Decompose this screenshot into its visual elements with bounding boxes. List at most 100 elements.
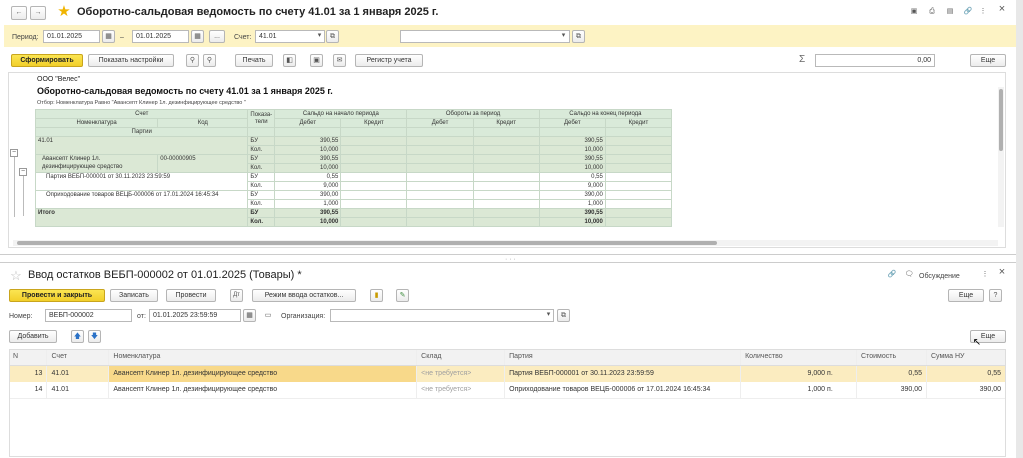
column-header-cost[interactable]: Стоимость <box>856 349 927 366</box>
chevron-down-icon[interactable]: ▾ <box>543 309 554 322</box>
row-batch[interactable]: Оприходование товаров ВЕЦБ-000006 от 17.… <box>504 382 742 399</box>
filter-input[interactable] <box>400 30 570 43</box>
row-quantity[interactable]: 1,000 п. <box>740 382 858 399</box>
chevron-down-icon[interactable]: ▾ <box>558 30 569 43</box>
menu-icon[interactable]: ⋮ <box>978 6 988 17</box>
row-cost[interactable]: 390,00 <box>856 382 927 399</box>
column-header-nomenclature[interactable]: Номенклатура <box>108 349 418 366</box>
table-row[interactable]: 14 41.01 Авансепт Клинер 1л. дезинфициру… <box>9 382 1006 399</box>
collapse-icon[interactable]: − <box>19 168 27 176</box>
nomenclature-row-name[interactable]: Авансепт Клинер 1л. дезинфицирующее сред… <box>34 154 159 173</box>
row-batch[interactable]: Партия ВЕБП-000001 от 30.11.2023 23:59:5… <box>504 365 742 382</box>
save-icon[interactable]: ▣ <box>908 6 920 17</box>
row-warehouse[interactable]: <не требуется> <box>416 365 506 382</box>
row-cost[interactable]: 0,55 <box>856 365 927 382</box>
start-debit-cell: 390,55 <box>274 154 342 164</box>
more-button[interactable]: Еще <box>948 289 984 302</box>
date-label: от: <box>137 313 146 320</box>
column-header-quantity[interactable]: Количество <box>740 349 858 366</box>
back-button[interactable]: ← <box>11 6 27 20</box>
start-debit-cell: 10,000 <box>274 163 342 173</box>
move-down-icon[interactable]: 🡇 <box>88 330 101 343</box>
mail-icon[interactable]: ✉ <box>333 54 346 67</box>
collapse-icon[interactable]: − <box>10 149 18 157</box>
post-button[interactable]: Провести <box>166 289 216 302</box>
row-warehouse[interactable]: <не требуется> <box>416 382 506 399</box>
quantity-value: 9,000 <box>807 370 826 377</box>
indicator-cell: БУ <box>247 172 276 182</box>
row-sum-nu[interactable]: 0,55 <box>926 365 1006 382</box>
column-header-warehouse[interactable]: Склад <box>416 349 506 366</box>
discussion-icon[interactable]: 🗨 <box>903 269 915 280</box>
column-header-n[interactable]: N <box>9 349 48 366</box>
period-label: Период: <box>12 34 39 41</box>
open-icon[interactable]: ⧉ <box>557 309 570 322</box>
row-nomenclature[interactable]: Авансепт Клинер 1л. дезинфицирующее сред… <box>108 382 418 399</box>
close-icon[interactable]: × <box>996 267 1008 278</box>
add-button[interactable]: Добавить <box>9 330 57 343</box>
save-icon[interactable]: ▣ <box>310 54 323 67</box>
calendar-icon[interactable]: ▦ <box>102 30 115 43</box>
column-header-sum-nu[interactable]: Сумма НУ <box>926 349 1006 366</box>
indicator-cell: БУ <box>247 136 276 146</box>
row-quantity[interactable]: 9,000 п. <box>740 365 858 382</box>
calendar-icon[interactable]: ▦ <box>243 309 256 322</box>
horizontal-scrollbar-thumb[interactable] <box>17 241 717 245</box>
period-from-input[interactable]: 01.01.2025 <box>43 30 100 43</box>
save-button[interactable]: Записать <box>110 289 158 302</box>
document-window: ☆ Ввод остатков ВЕБП-000002 от 01.01.202… <box>0 262 1023 458</box>
balance-entry-mode-button[interactable]: Режим ввода остатков... <box>252 289 356 302</box>
search-clear-icon[interactable]: ⚲ <box>203 54 216 67</box>
print-button[interactable]: Печать <box>235 54 273 67</box>
row-nomenclature[interactable]: Авансепт Клинер 1л. дезинфицирующее сред… <box>108 365 418 382</box>
link-icon[interactable]: 🔗 <box>962 6 974 17</box>
account-row-name[interactable]: 41.01 <box>34 136 249 155</box>
more-button[interactable]: Еще <box>970 54 1006 67</box>
organization-input[interactable] <box>330 309 554 322</box>
favorite-star-icon[interactable]: ☆ <box>9 268 23 284</box>
end-debit-cell: 390,55 <box>538 154 606 164</box>
show-settings-button[interactable]: Показать настройки <box>88 54 174 67</box>
row-number: 14 <box>9 382 48 399</box>
open-icon[interactable]: ⧉ <box>326 30 339 43</box>
report-icon[interactable]: ▮ <box>370 289 383 302</box>
print-icon[interactable]: ⎙ <box>926 6 938 17</box>
generate-button[interactable]: Сформировать <box>11 54 83 67</box>
discussion-link[interactable]: Обсуждение <box>919 272 960 281</box>
calendar-icon[interactable]: ▦ <box>191 30 204 43</box>
vertical-scrollbar-thumb[interactable] <box>999 89 1003 151</box>
code-header: Код <box>157 118 249 128</box>
link-icon[interactable]: 🔗 <box>886 269 898 280</box>
forward-button[interactable]: → <box>30 6 46 20</box>
table-row[interactable]: 13 41.01 Авансепт Клинер 1л. дезинфициру… <box>9 365 1006 382</box>
row-account[interactable]: 41.01 <box>46 382 110 399</box>
column-header-batch[interactable]: Партия <box>504 349 742 366</box>
close-icon[interactable]: × <box>996 4 1008 15</box>
help-icon[interactable]: ? <box>989 289 1002 302</box>
batch-row-name[interactable]: Оприходование товаров ВЕЦБ-000006 от 17.… <box>34 190 249 209</box>
period-to-input[interactable]: 01.01.2025 <box>132 30 189 43</box>
move-up-icon[interactable]: 🡅 <box>71 330 84 343</box>
posting-results-icon[interactable]: Дт <box>230 289 243 302</box>
start-debit-cell: 390,55 <box>274 208 342 218</box>
open-icon[interactable]: ⧉ <box>572 30 585 43</box>
column-header-account[interactable]: Счет <box>46 349 110 366</box>
favorite-star-icon[interactable]: ★ <box>56 3 72 21</box>
row-account[interactable]: 41.01 <box>46 365 110 382</box>
period-select-button[interactable]: ... <box>209 30 225 43</box>
batch-row-name[interactable]: Партия ВЕБП-000001 от 30.11.2023 23:59:5… <box>34 172 249 191</box>
accounting-register-button[interactable]: Регистр учета <box>355 54 423 67</box>
post-and-close-button[interactable]: Провести и закрыть <box>9 289 105 302</box>
filter-text: Отбор: Номенклатура Равно "Авансепт Клин… <box>37 100 246 106</box>
row-sum-nu[interactable]: 390,00 <box>926 382 1006 399</box>
menu-icon[interactable]: ⋮ <box>980 269 990 280</box>
indicator-cell: Кол. <box>247 199 276 209</box>
chevron-down-icon[interactable]: ▾ <box>314 30 325 43</box>
compare-icon[interactable]: ▤ <box>944 6 956 17</box>
organization-text: ООО "Велес" <box>37 76 81 83</box>
date-input[interactable]: 01.01.2025 23:59:59 <box>149 309 241 322</box>
edit-icon[interactable]: ✎ <box>396 289 409 302</box>
number-input[interactable]: ВЕБП-000002 <box>45 309 132 322</box>
preview-icon[interactable]: ◧ <box>283 54 296 67</box>
search-icon[interactable]: ⚲ <box>186 54 199 67</box>
